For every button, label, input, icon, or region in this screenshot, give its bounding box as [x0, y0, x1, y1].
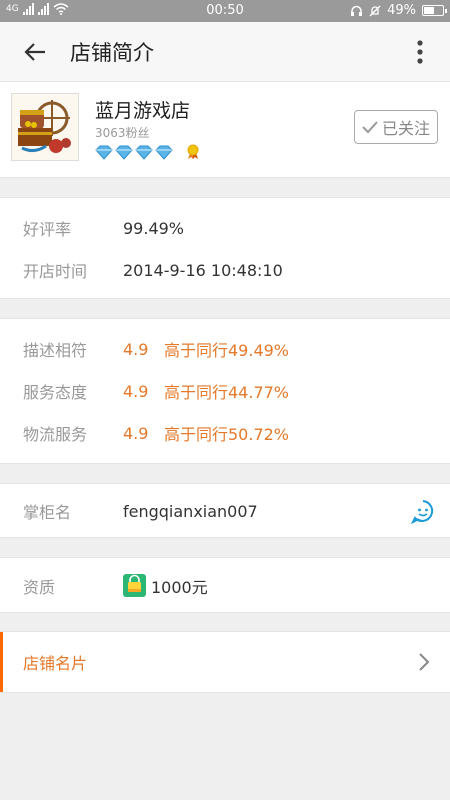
dsr-compare: 高于同行49.49%	[164, 341, 290, 360]
owner-section: 掌柜名 fengqianxian007	[0, 483, 450, 538]
owner-value: fengqianxian007	[123, 501, 258, 521]
more-vertical-icon	[417, 40, 423, 64]
diamond-icon	[155, 145, 173, 160]
status-right: 49%	[350, 3, 447, 18]
back-button[interactable]	[0, 22, 70, 82]
deposit-badge	[123, 574, 146, 597]
owner-label: 掌柜名	[23, 503, 72, 522]
dsr-section: 描述相符 4.9 高于同行49.49% 服务态度 4.9 高于同行44.77% …	[0, 318, 450, 464]
chat-button[interactable]	[410, 498, 436, 525]
mute-bell-icon	[369, 5, 381, 16]
app-bar: 店铺简介	[0, 22, 450, 82]
dsr-score: 4.9	[123, 339, 149, 359]
shop-info-section: 好评率 99.49% 开店时间 2014-9-16 10:48:10	[0, 197, 450, 299]
status-bar: 4G 00:50 49%	[0, 0, 450, 22]
shop-card-label: 店铺名片	[23, 654, 88, 673]
dsr-row: 服务态度 4.9 高于同行44.77%	[0, 370, 450, 412]
shop-card-row[interactable]: 店铺名片	[0, 631, 450, 693]
accent-bar	[0, 632, 3, 692]
qualification-value: 1000元	[151, 578, 208, 597]
dsr-compare: 高于同行44.77%	[164, 383, 290, 402]
rating-label: 好评率	[23, 220, 72, 239]
shop-header-card: 蓝月游戏店 3063粉丝 已关注	[0, 82, 450, 178]
arrow-left-icon	[24, 42, 45, 61]
shop-logo[interactable]	[11, 93, 79, 161]
open-time-value: 2014-9-16 10:48:10	[123, 260, 283, 280]
diamond-icon	[115, 145, 133, 160]
dsr-label: 服务态度	[23, 383, 88, 402]
follow-label: 已关注	[381, 119, 430, 138]
chevron-right-icon	[419, 653, 430, 671]
dsr-score: 4.9	[123, 381, 149, 401]
owner-row: 掌柜名 fengqianxian007	[0, 490, 450, 532]
diamond-icon	[95, 145, 113, 160]
diamond-icon	[135, 145, 153, 160]
rating-row: 好评率 99.49%	[0, 207, 450, 249]
qualification-label: 资质	[23, 578, 56, 597]
qualification-section: 资质 1000元	[0, 557, 450, 613]
follow-button[interactable]: 已关注	[354, 110, 438, 144]
more-button[interactable]	[400, 32, 440, 72]
dsr-row: 描述相符 4.9 高于同行49.49%	[0, 328, 450, 370]
qualification-row: 资质 1000元	[0, 565, 450, 607]
dsr-compare: 高于同行50.72%	[164, 425, 290, 444]
medal-icon	[187, 144, 199, 159]
deposit-bag-icon	[123, 574, 146, 597]
headset-icon	[351, 5, 363, 16]
page-title: 店铺简介	[70, 40, 154, 65]
shop-fans: 3063粉丝	[95, 126, 150, 140]
dsr-label: 描述相符	[23, 341, 88, 360]
dsr-score: 4.9	[123, 423, 149, 443]
treasure-chest-icon	[12, 94, 78, 160]
shop-level	[95, 144, 201, 160]
battery-icon	[422, 5, 447, 16]
rating-value: 99.49%	[123, 218, 185, 238]
chat-smile-icon	[410, 500, 434, 525]
check-icon	[362, 121, 378, 134]
open-time-row: 开店时间 2014-9-16 10:48:10	[0, 249, 450, 291]
dsr-row: 物流服务 4.9 高于同行50.72%	[0, 412, 450, 454]
dsr-label: 物流服务	[23, 425, 88, 444]
shop-name: 蓝月游戏店	[95, 100, 191, 122]
battery-percent: 49%	[387, 3, 416, 18]
open-time-label: 开店时间	[23, 262, 88, 281]
